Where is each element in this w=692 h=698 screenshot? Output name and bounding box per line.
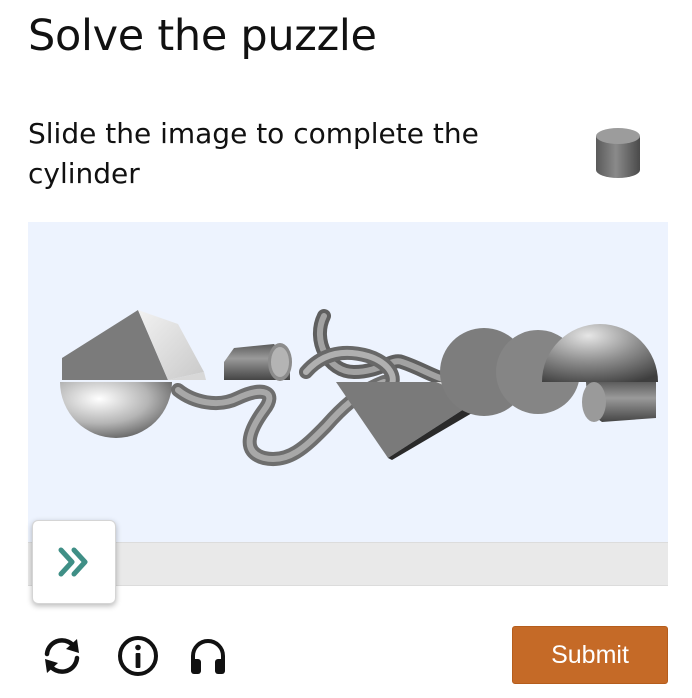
slider-handle[interactable]	[32, 520, 116, 604]
headphones-icon	[191, 639, 225, 674]
cube-shape	[62, 310, 206, 380]
instruction-text: Slide the image to complete the cylinder	[28, 117, 479, 190]
cylinder-shape	[582, 382, 656, 422]
slider-track[interactable]	[28, 542, 668, 586]
refresh-icon	[44, 638, 80, 674]
audio-button[interactable]	[184, 632, 232, 680]
submit-button[interactable]: Submit	[512, 626, 668, 684]
cylinder-icon	[590, 122, 646, 184]
cylinder-shape	[224, 343, 292, 381]
page-title: Solve the puzzle	[28, 11, 377, 61]
half-sphere-shape	[542, 324, 658, 382]
hemisphere-shape	[60, 382, 172, 438]
refresh-button[interactable]	[38, 632, 86, 680]
puzzle-image	[28, 222, 668, 542]
double-chevron-right-icon	[58, 547, 88, 577]
info-button[interactable]	[114, 632, 162, 680]
info-icon	[118, 636, 158, 676]
